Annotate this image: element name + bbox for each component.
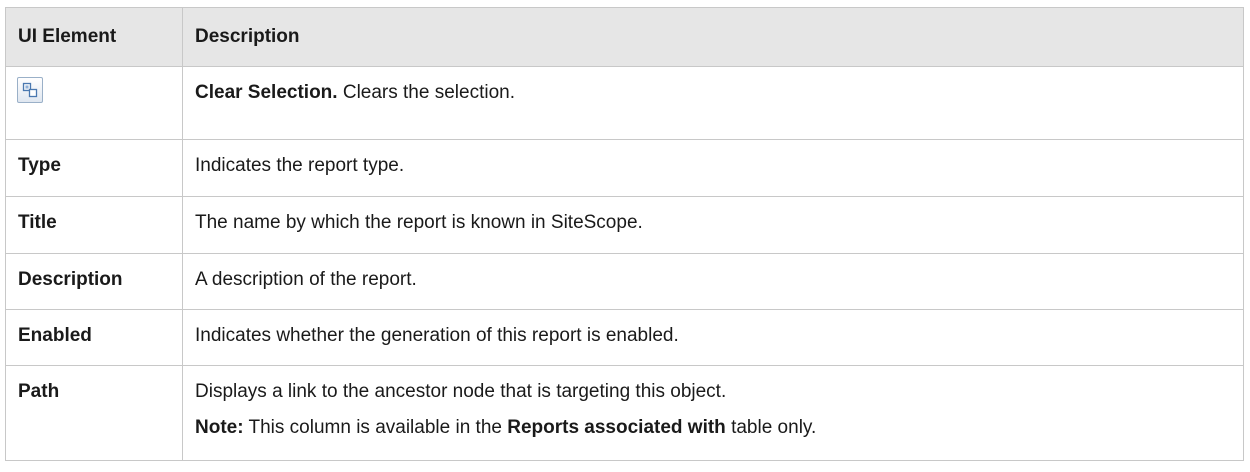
description-cell: Displays a link to the ancestor node tha…: [182, 365, 1244, 461]
clear-selection-label: Clear Selection.: [195, 82, 338, 103]
table-row: Description A description of the report.: [5, 253, 1244, 310]
note-text-1: This column is available in the: [243, 417, 508, 438]
description-description: A description of the report.: [195, 269, 417, 290]
description-cell: Indicates the report type.: [182, 139, 1244, 197]
description-cell: Indicates whether the generation of this…: [182, 309, 1244, 366]
ui-element-cell: Title: [5, 196, 183, 254]
table-row: Type Indicates the report type.: [5, 139, 1244, 197]
table-row: Enabled Indicates whether the generation…: [5, 309, 1244, 366]
element-title-label: Title: [18, 212, 57, 233]
clear-selection-icon[interactable]: [17, 77, 43, 103]
type-description: Indicates the report type.: [195, 155, 405, 176]
ui-element-cell: Path: [5, 365, 183, 461]
enabled-description: Indicates whether the generation of this…: [195, 325, 679, 346]
description-cell: A description of the report.: [182, 253, 1244, 310]
ui-element-cell: [5, 66, 183, 140]
note-bold-text: Reports associated with: [507, 417, 726, 438]
ui-element-cell: Enabled: [5, 309, 183, 366]
table-row: Clear Selection. Clears the selection.: [5, 66, 1244, 140]
table-header-row: UI Element Description: [5, 7, 1244, 67]
header-description: Description: [182, 7, 1244, 67]
description-cell: Clear Selection. Clears the selection.: [182, 66, 1244, 140]
clear-selection-description: Clears the selection.: [337, 82, 515, 103]
note-text-2: table only.: [725, 417, 817, 438]
description-cell: The name by which the report is known in…: [182, 196, 1244, 254]
ui-elements-table: UI Element Description Clear Selection. …: [5, 7, 1244, 461]
path-note: Note: This column is available in the Re…: [195, 403, 1243, 439]
path-description: Displays a link to the ancestor node tha…: [195, 381, 727, 402]
table-row: Title The name by which the report is kn…: [5, 196, 1244, 254]
header-ui-element: UI Element: [5, 7, 183, 67]
element-type-label: Type: [18, 155, 61, 176]
element-description-label: Description: [18, 269, 123, 290]
note-label: Note:: [195, 417, 244, 438]
element-enabled-label: Enabled: [18, 325, 92, 346]
ui-element-cell: Description: [5, 253, 183, 310]
element-path-label: Path: [18, 381, 60, 402]
title-description: The name by which the report is known in…: [195, 212, 643, 233]
ui-element-cell: Type: [5, 139, 183, 197]
table-row: Path Displays a link to the ancestor nod…: [5, 365, 1244, 461]
